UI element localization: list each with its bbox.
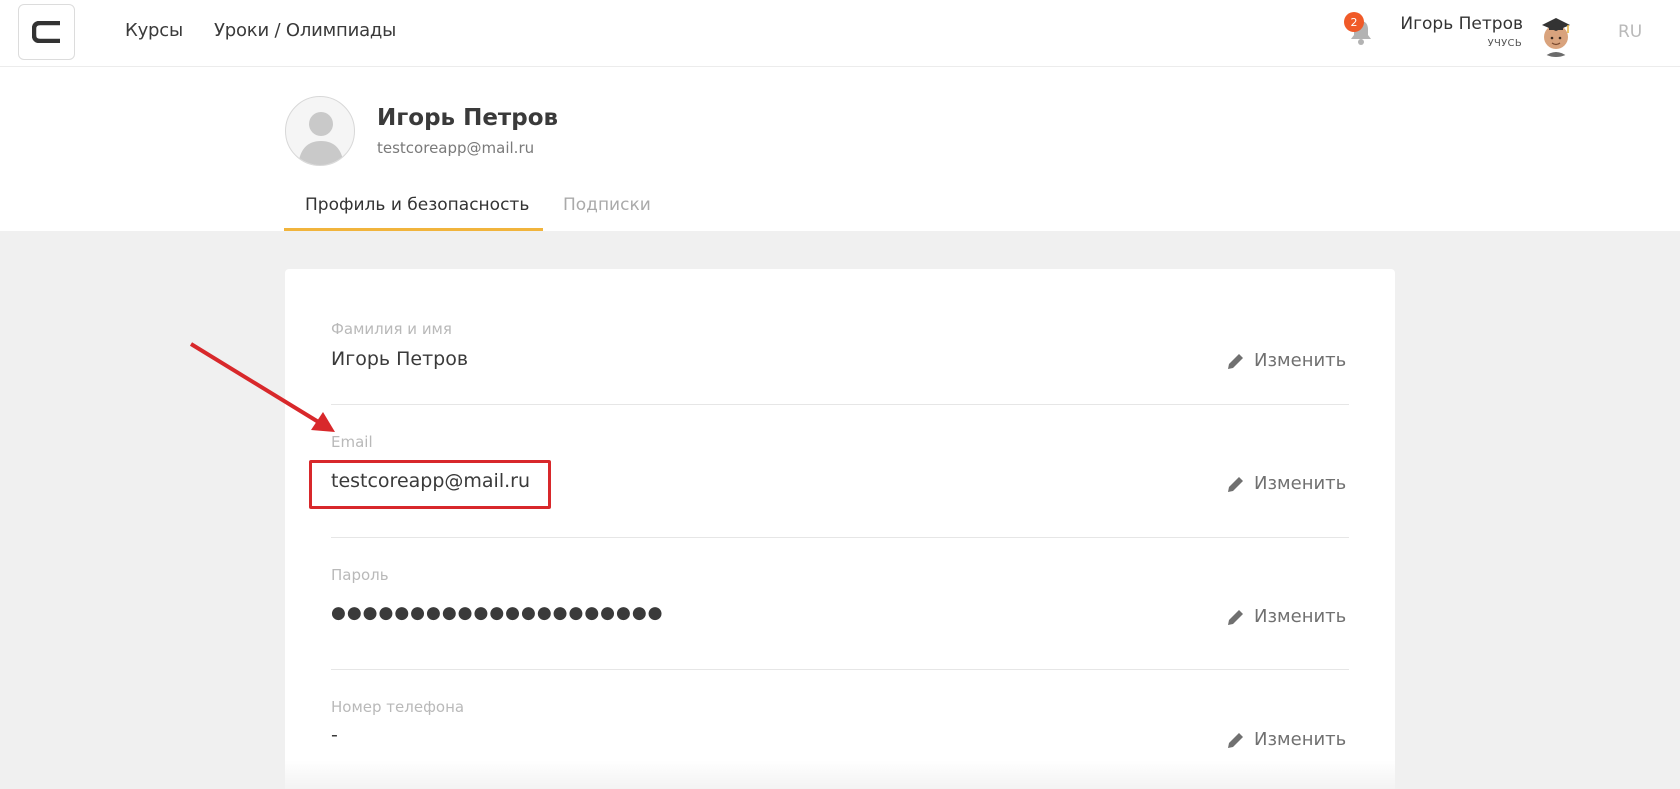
profile-email: testcoreapp@mail.ru bbox=[377, 139, 535, 157]
language-switcher[interactable]: RU bbox=[1618, 22, 1642, 42]
edit-email-button[interactable]: Изменить bbox=[1226, 473, 1346, 494]
edit-label: Изменить bbox=[1254, 729, 1347, 750]
pencil-icon bbox=[1228, 609, 1243, 625]
edit-label: Изменить bbox=[1254, 606, 1347, 627]
field-value-password: ●●●●●●●●●●●●●●●●●●●●● bbox=[331, 603, 664, 623]
nav-courses[interactable]: Курсы bbox=[125, 20, 183, 41]
tab-profile-security[interactable]: Профиль и безопасность bbox=[305, 195, 529, 215]
pencil-icon bbox=[1228, 732, 1243, 748]
user-name[interactable]: Игорь Петров bbox=[1400, 14, 1523, 34]
edit-label: Изменить bbox=[1254, 473, 1347, 494]
profile-header: Игорь Петров testcoreapp@mail.ru Профиль… bbox=[0, 67, 1680, 231]
top-navbar: Курсы Уроки / Олимпиады 2 Игорь Петров У… bbox=[0, 0, 1680, 67]
field-value-phone: - bbox=[331, 724, 338, 746]
field-value-fullname: Игорь Петров bbox=[331, 348, 469, 370]
field-label-fullname: Фамилия и имя bbox=[331, 320, 452, 338]
student-avatar-icon[interactable] bbox=[1533, 11, 1579, 57]
profile-name: Игорь Петров bbox=[377, 105, 559, 131]
divider bbox=[331, 404, 1349, 405]
pencil-icon bbox=[1228, 476, 1243, 492]
annotation-arrow-icon bbox=[189, 342, 335, 432]
nav-lessons-olympiads[interactable]: Уроки / Олимпиады bbox=[214, 20, 396, 41]
edit-phone-button[interactable]: Изменить bbox=[1226, 729, 1346, 750]
active-tab-indicator bbox=[284, 228, 543, 231]
card-bottom-fade bbox=[285, 760, 1395, 789]
edit-label: Изменить bbox=[1254, 350, 1347, 371]
divider bbox=[331, 537, 1349, 538]
pencil-icon bbox=[1228, 353, 1243, 369]
edit-password-button[interactable]: Изменить bbox=[1226, 606, 1346, 627]
annotation-highlight-box bbox=[309, 460, 551, 509]
c-logo-icon bbox=[31, 21, 60, 43]
default-user-avatar-icon[interactable] bbox=[285, 96, 355, 166]
logo[interactable] bbox=[18, 4, 75, 60]
field-label-password: Пароль bbox=[331, 566, 389, 584]
divider bbox=[331, 669, 1349, 670]
edit-fullname-button[interactable]: Изменить bbox=[1226, 350, 1346, 371]
user-role: УЧУСЬ bbox=[1487, 38, 1522, 49]
notification-badge: 2 bbox=[1344, 12, 1364, 32]
field-label-phone: Номер телефона bbox=[331, 698, 465, 716]
tab-subscriptions[interactable]: Подписки bbox=[563, 195, 651, 215]
